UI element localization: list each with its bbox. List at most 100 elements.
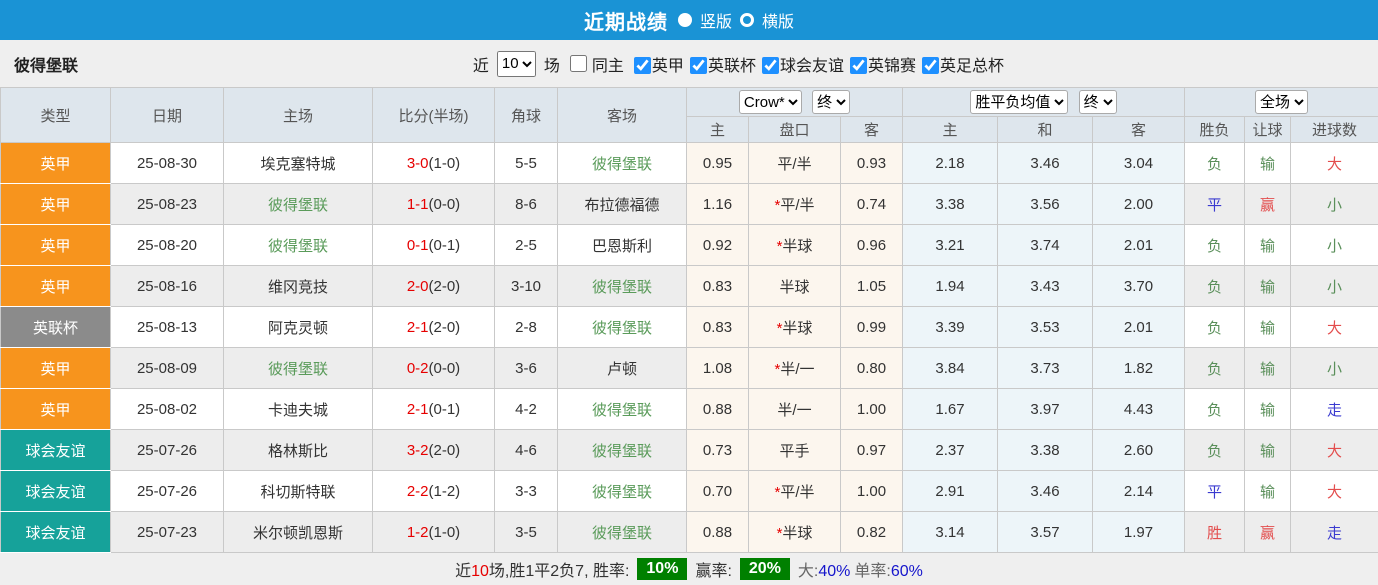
scope-select[interactable]: 全场	[1255, 90, 1309, 114]
league-type-badge: 英甲	[0, 183, 111, 225]
league-checkbox-4[interactable]	[921, 56, 939, 74]
same-home-checkbox[interactable]	[569, 55, 587, 72]
corner-count: 3-6	[494, 347, 558, 389]
mean-odds-draw: 3.73	[997, 347, 1093, 389]
league-type-badge: 球会友谊	[0, 470, 111, 512]
score-cell: 0-2(0-0)	[372, 347, 495, 389]
result-wdl: 负	[1184, 388, 1246, 430]
handicap-line: 半球	[748, 265, 841, 307]
away-team: 布拉德福德	[557, 183, 687, 225]
sub-header-mean-home: 主	[902, 116, 998, 143]
col-header-home: 主场	[223, 87, 373, 143]
handicap-odds-away: 0.74	[840, 183, 903, 225]
mean-time-select[interactable]: 终	[1078, 90, 1117, 114]
league-checkbox-0[interactable]	[633, 56, 651, 74]
odds-company-select[interactable]: Crow*	[738, 90, 802, 114]
single-value: 60%	[890, 563, 923, 580]
footer-near-label: 近	[455, 563, 472, 580]
fulltime-score: 0-1	[406, 236, 429, 254]
sub-header-handicap: 盘口	[748, 116, 841, 143]
result-handicap: 输	[1244, 142, 1292, 184]
match-date: 25-08-02	[110, 388, 224, 430]
result-goals: 走	[1290, 511, 1378, 553]
sub-header-odds-away: 客	[840, 116, 903, 143]
corner-count: 3-3	[494, 470, 558, 512]
handicap-odds-home: 0.88	[686, 511, 749, 553]
result-wdl: 负	[1184, 142, 1246, 184]
result-goals: 走	[1290, 388, 1378, 430]
handicap-odds-home: 1.16	[686, 183, 749, 225]
fulltime-score: 0-2	[406, 359, 429, 377]
handicap-odds-away: 0.97	[840, 429, 903, 471]
sub-header-result-goals: 进球数	[1290, 116, 1378, 143]
match-date: 25-08-16	[110, 265, 224, 307]
handicap-odds-away: 0.93	[840, 142, 903, 184]
result-wdl: 平	[1184, 470, 1246, 512]
halftime-score: (1-0)	[428, 154, 461, 172]
score-cell: 2-1(0-1)	[372, 388, 495, 430]
result-wdl: 胜	[1184, 511, 1246, 553]
result-handicap: 输	[1244, 347, 1292, 389]
league-checkbox-3[interactable]	[849, 56, 867, 74]
mean-odds-home: 1.94	[902, 265, 998, 307]
corner-count: 4-2	[494, 388, 558, 430]
result-wdl: 负	[1184, 265, 1246, 307]
vertical-layout-radio[interactable]	[677, 13, 692, 27]
halftime-score: (2-0)	[428, 441, 461, 459]
handicap-line: *半/一	[748, 347, 841, 389]
big-label: 大:	[797, 563, 819, 580]
match-table-body: 英甲 25-08-30 埃克塞特城 3-0(1-0) 5-5 彼得堡联 0.95 平/半 0.9…	[0, 142, 1378, 553]
odds-time-select[interactable]: 终	[812, 90, 851, 114]
score-cell: 3-0(1-0)	[372, 142, 495, 184]
result-handicap: 赢	[1244, 183, 1292, 225]
result-goals: 大	[1290, 470, 1378, 512]
league-label-1: 英联杯	[707, 57, 756, 75]
handicap-line: 平手	[748, 429, 841, 471]
league-checkbox-1[interactable]	[689, 56, 707, 74]
home-team: 维冈竞技	[223, 265, 373, 307]
away-team: 巴恩斯利	[557, 224, 687, 266]
table-row: 英甲 25-08-16 维冈竞技 2-0(2-0) 3-10 彼得堡联 0.83 半球 1.05…	[0, 265, 1378, 307]
handicap-star: *	[776, 237, 783, 255]
halftime-score: (2-0)	[428, 277, 461, 295]
mean-odds-away: 2.01	[1091, 306, 1186, 348]
handicap-odds-away: 0.82	[840, 511, 903, 553]
result-goals: 大	[1290, 306, 1378, 348]
league-label-2: 球会友谊	[779, 57, 844, 75]
mean-type-select[interactable]: 胜平负均值	[970, 90, 1069, 114]
result-handicap: 输	[1244, 429, 1292, 471]
games-count-select[interactable]: 10	[496, 50, 536, 77]
col-header-away: 客场	[557, 87, 687, 143]
league-checkbox-2[interactable]	[761, 56, 779, 74]
score-cell: 0-1(0-1)	[372, 224, 495, 266]
league-type-badge: 英甲	[0, 142, 111, 184]
mean-odds-away: 1.97	[1091, 511, 1186, 553]
result-scope-group-header: 全场	[1184, 87, 1378, 117]
win-rate-badge: 10%	[637, 558, 688, 580]
mean-odds-draw: 3.97	[997, 388, 1093, 430]
table-row: 英甲 25-08-09 彼得堡联 0-2(0-0) 3-6 卢顿 1.08 *半/一 0.80 3…	[0, 347, 1378, 389]
mean-odds-home: 2.18	[902, 142, 998, 184]
league-label-0: 英甲	[651, 57, 684, 75]
sub-header-mean-away: 客	[1091, 116, 1186, 143]
halftime-score: (0-1)	[428, 400, 461, 418]
result-goals: 小	[1290, 265, 1378, 307]
mean-odds-draw: 3.57	[997, 511, 1093, 553]
league-type-badge: 英甲	[0, 388, 111, 430]
mean-odds-away: 1.82	[1091, 347, 1186, 389]
vertical-layout-label: 竖版	[699, 14, 732, 31]
fulltime-score: 2-1	[406, 400, 429, 418]
result-goals: 小	[1290, 224, 1378, 266]
league-label-3: 英锦赛	[867, 57, 916, 75]
league-type-badge: 球会友谊	[0, 511, 111, 553]
corner-count: 3-10	[494, 265, 558, 307]
handicap-star: *	[776, 319, 783, 337]
match-date: 25-07-23	[110, 511, 224, 553]
sub-header-mean-draw: 和	[997, 116, 1093, 143]
handicap-odds-home: 0.83	[686, 306, 749, 348]
result-handicap: 赢	[1244, 511, 1292, 553]
halftime-score: (0-0)	[428, 359, 461, 377]
league-label-4: 英足总杯	[939, 57, 1004, 75]
result-handicap: 输	[1244, 265, 1292, 307]
horizontal-layout-radio[interactable]	[740, 13, 754, 27]
